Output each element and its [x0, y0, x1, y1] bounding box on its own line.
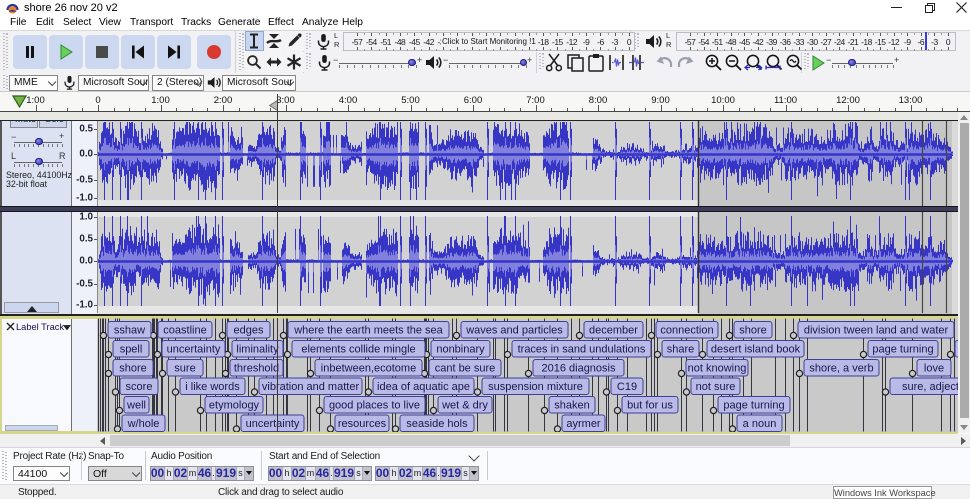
svg-text:idea of aquatic ape: idea of aquatic ape [377, 381, 470, 393]
svg-text:i like words: i like words [185, 381, 240, 393]
svg-text:resources: resources [338, 418, 387, 430]
svg-text:nonbinary: nonbinary [436, 344, 485, 356]
svg-text:sshaw: sshaw [114, 325, 145, 337]
svg-text:coastline: coastline [163, 325, 206, 337]
svg-text:uncertainty: uncertainty [167, 344, 221, 356]
svg-text:division tween land and water: division tween land and water [804, 325, 949, 337]
svg-text:not sure: not sure [696, 381, 736, 393]
svg-text:vibration and matter: vibration and matter [262, 381, 360, 393]
svg-text:connection: connection [660, 325, 713, 337]
svg-text:spell: spell [120, 344, 143, 356]
svg-text:a noun: a noun [743, 418, 777, 430]
svg-text:page turning: page turning [872, 344, 933, 356]
svg-text:shore: shore [739, 325, 767, 337]
svg-text:but for us: but for us [627, 400, 673, 412]
svg-text:suspension mixture: suspension mixture [488, 381, 583, 393]
svg-text:shaken: shaken [554, 400, 589, 412]
svg-text:C19: C19 [617, 381, 637, 393]
svg-text:elements collide mingle: elements collide mingle [301, 344, 415, 356]
svg-text:uncertainty: uncertainty [246, 418, 300, 430]
svg-text:edges: edges [234, 325, 264, 337]
svg-text:waves and particles: waves and particles [465, 325, 563, 337]
svg-text:etymology: etymology [209, 400, 260, 412]
svg-text:threshold: threshold [234, 363, 279, 375]
svg-text:traces in sand undulations: traces in sand undulations [518, 344, 646, 356]
svg-text:w/hole: w/hole [127, 418, 160, 430]
svg-text:share: share [667, 344, 695, 356]
svg-text:where the earth meets the sea: where the earth meets the sea [293, 325, 443, 337]
svg-text:well: well [126, 400, 146, 412]
svg-text:inbetween,ecotome: inbetween,ecotome [321, 363, 416, 375]
svg-text:seaside hols: seaside hols [406, 418, 468, 430]
svg-text:2016 diagnosis: 2016 diagnosis [541, 363, 616, 375]
svg-text:wet & dry: wet & dry [441, 400, 488, 412]
svg-text:liminality: liminality [236, 344, 279, 356]
svg-text:not knowing: not knowing [688, 363, 747, 375]
svg-text:cant be sure: cant be sure [435, 363, 496, 375]
svg-text:page turning: page turning [723, 400, 784, 412]
svg-text:december: december [589, 325, 638, 337]
svg-text:love: love [924, 363, 944, 375]
svg-text:good places to live: good places to live [329, 400, 420, 412]
svg-text:ayrmer: ayrmer [566, 418, 601, 430]
svg-text:shore, a verb: shore, a verb [809, 363, 873, 375]
svg-text:shore: shore [119, 363, 147, 375]
svg-text:score: score [126, 381, 153, 393]
svg-text:desert island book: desert island book [711, 344, 801, 356]
svg-text:sure: sure [174, 363, 195, 375]
